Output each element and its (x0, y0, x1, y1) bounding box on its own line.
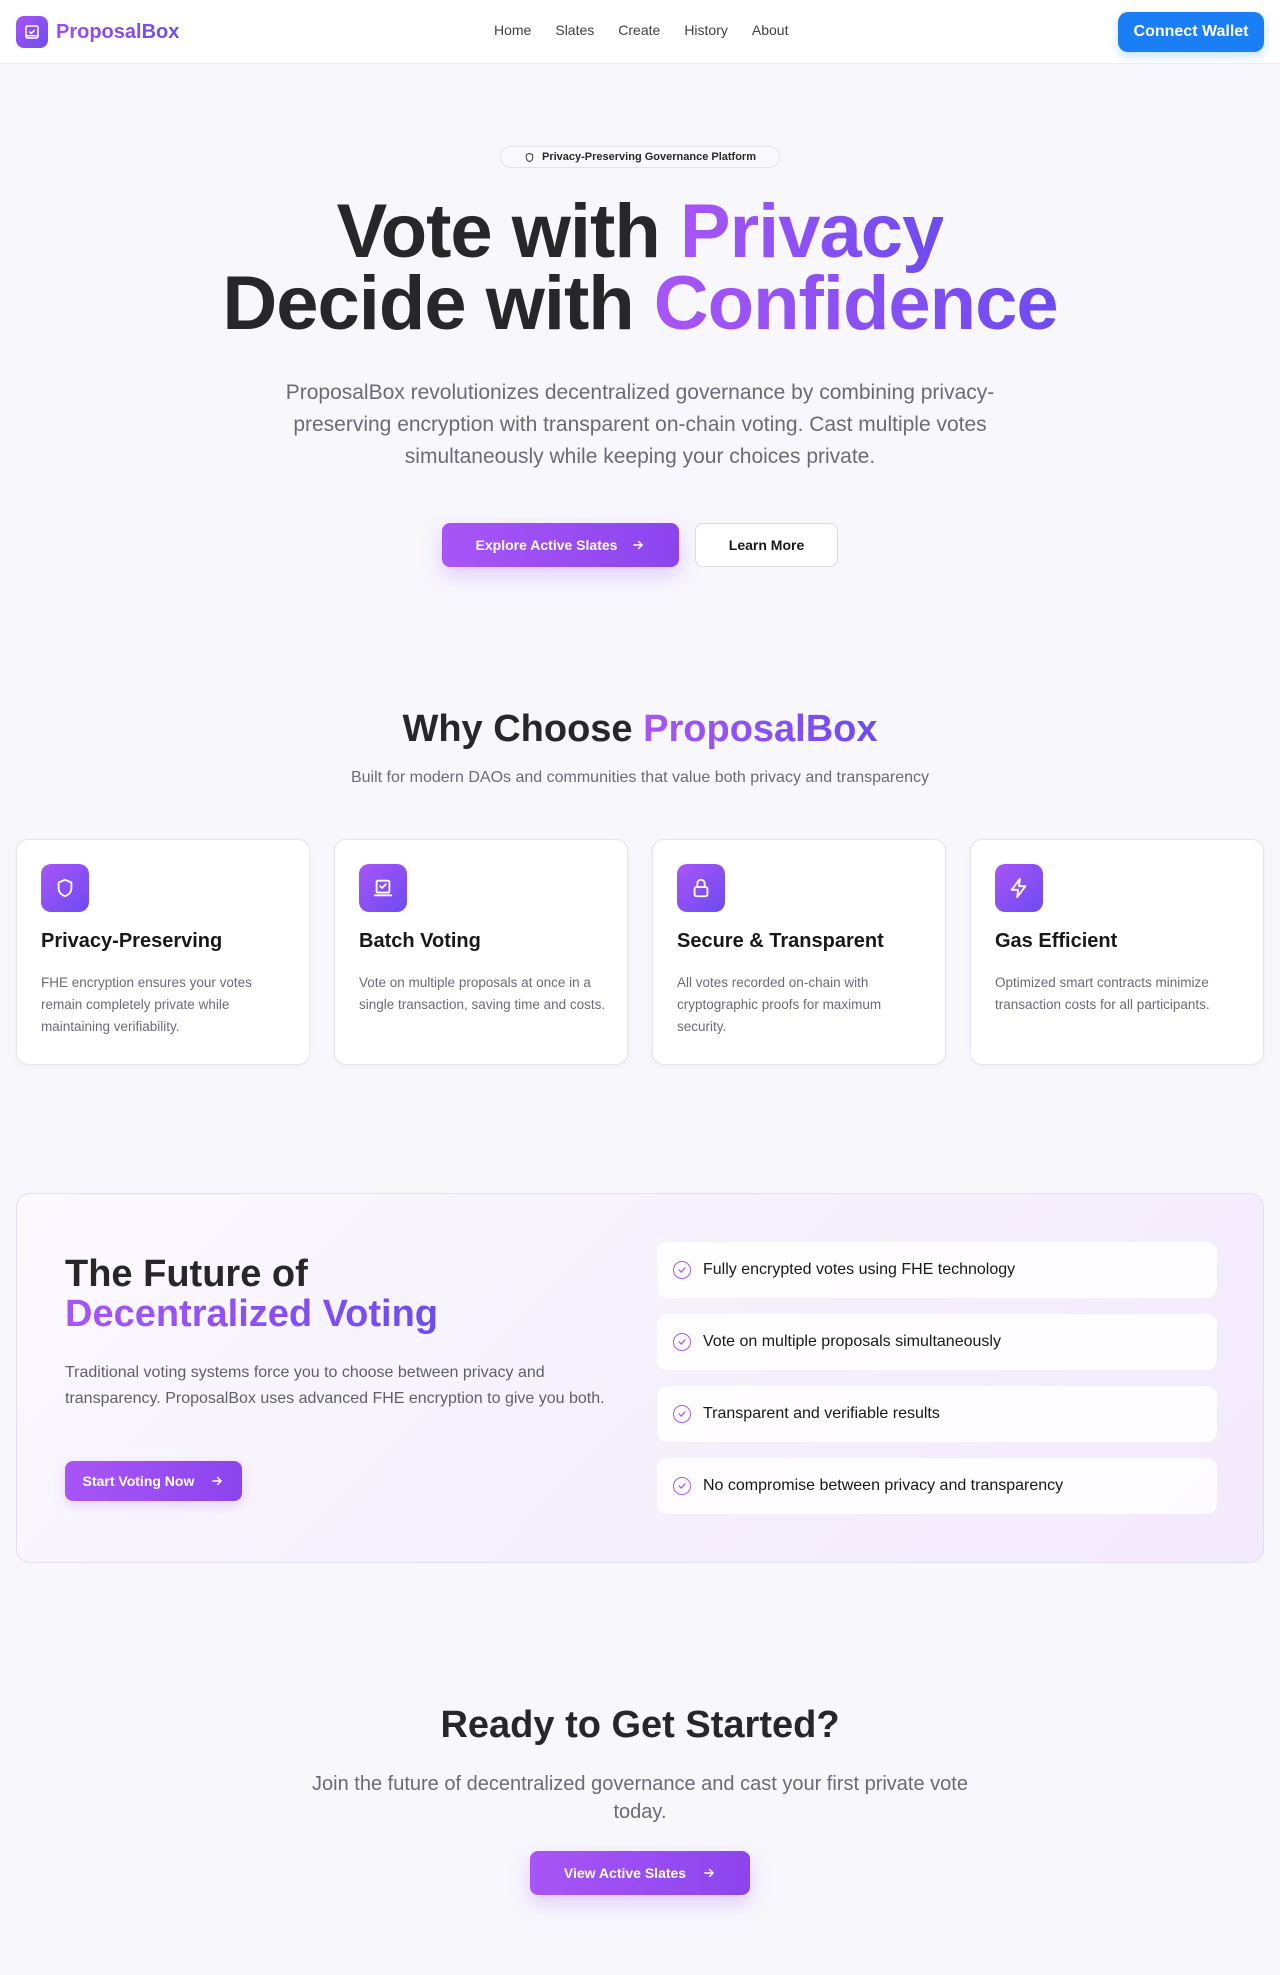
nav-links: Home Slates Create History About (494, 22, 788, 38)
explore-active-slates-label: Explore Active Slates (475, 537, 618, 553)
future-title-accent: Decentralized Voting (65, 1293, 439, 1335)
view-active-slates-button[interactable]: View Active Slates (530, 1851, 750, 1895)
benefit-item: Fully encrypted votes using FHE technolo… (657, 1242, 1217, 1298)
benefit-item: Vote on multiple proposals simultaneousl… (657, 1314, 1217, 1370)
benefit-item: No compromise between privacy and transp… (657, 1458, 1217, 1514)
arrow-right-icon (633, 540, 644, 550)
future-description: Traditional voting systems force you to … (65, 1364, 605, 1407)
feature-title: Privacy-Preserving (41, 930, 223, 952)
arrow-right-icon (212, 1476, 223, 1486)
hero-badge-label: Privacy-Preserving Governance Platform (542, 151, 756, 163)
why-title-plain: Why Choose (402, 708, 644, 750)
feature-desc: Vote on multiple proposals at once in a … (359, 975, 606, 1012)
connect-wallet-button[interactable]: Connect Wallet (1118, 12, 1264, 52)
lock-icon (677, 864, 725, 912)
feature-card-secure: Secure & Transparent All votes recorded … (652, 839, 946, 1065)
future-section: The Future of Decentralized Voting Tradi… (16, 1193, 1264, 1563)
hero-title-line2-accent: Confidence (653, 261, 1059, 346)
top-navbar: ProposalBox Home Slates Create History A… (0, 0, 1280, 64)
feature-title: Batch Voting (359, 930, 481, 952)
nav-link-history[interactable]: History (684, 22, 728, 38)
future-title: The Future of Decentralized Voting (65, 1254, 438, 1334)
benefit-item: Transparent and verifiable results (657, 1386, 1217, 1442)
brand-name: ProposalBox (56, 20, 180, 43)
brand-logo[interactable]: ProposalBox (16, 16, 179, 48)
lightning-icon (995, 864, 1043, 912)
why-title-accent: ProposalBox (643, 708, 878, 750)
benefit-text: Fully encrypted votes using FHE technolo… (703, 1261, 1016, 1278)
hero-badge: Privacy-Preserving Governance Platform (500, 146, 780, 168)
arrow-right-icon (704, 1868, 714, 1878)
why-subtitle: Built for modern DAOs and communities th… (350, 769, 930, 786)
ballot-box-icon (16, 16, 48, 48)
nav-link-about[interactable]: About (752, 22, 789, 38)
check-circle-icon (673, 1261, 691, 1279)
hero-title: Vote with Privacy Decide with Confidence (0, 194, 1280, 342)
start-voting-label: Start Voting Now (82, 1473, 195, 1489)
learn-more-button[interactable]: Learn More (695, 523, 838, 567)
ready-title: Ready to Get Started? (440, 1704, 840, 1746)
feature-desc: All votes recorded on-chain with cryptog… (677, 975, 882, 1034)
shield-icon (41, 864, 89, 912)
check-circle-icon (673, 1405, 691, 1423)
hero-title-line2-plain: Decide with (222, 261, 654, 346)
ballot-box-icon (359, 864, 407, 912)
feature-title: Secure & Transparent (677, 930, 884, 952)
nav-link-slates[interactable]: Slates (555, 22, 594, 38)
ready-subtitle: Join the future of decentralized governa… (312, 1773, 968, 1823)
hero-title-line2: Decide with Confidence (222, 261, 1059, 346)
benefit-text: Vote on multiple proposals simultaneousl… (703, 1333, 1001, 1350)
view-active-slates-label: View Active Slates (563, 1865, 687, 1881)
feature-card-gas-efficient: Gas Efficient Optimized smart contracts … (970, 839, 1264, 1065)
shield-icon (525, 152, 534, 162)
feature-desc: FHE encryption ensures your votes remain… (41, 975, 252, 1034)
explore-active-slates-button[interactable]: Explore Active Slates (442, 523, 679, 567)
benefit-text: Transparent and verifiable results (703, 1405, 940, 1422)
benefit-text: No compromise between privacy and transp… (703, 1477, 1064, 1494)
feature-desc: Optimized smart contracts minimize trans… (995, 975, 1210, 1012)
check-circle-icon (673, 1477, 691, 1495)
check-circle-icon (673, 1333, 691, 1351)
why-title: Why Choose ProposalBox (0, 708, 1280, 751)
nav-link-create[interactable]: Create (618, 22, 660, 38)
feature-card-batch-voting: Batch Voting Vote on multiple proposals … (334, 839, 628, 1065)
hero-subtitle: ProposalBox revolutionizes decentralized… (285, 381, 995, 468)
start-voting-button[interactable]: Start Voting Now (65, 1461, 242, 1501)
learn-more-label: Learn More (728, 537, 805, 553)
nav-link-home[interactable]: Home (494, 22, 531, 38)
feature-title: Gas Efficient (995, 930, 1118, 952)
feature-card-privacy: Privacy-Preserving FHE encryption ensure… (16, 839, 310, 1065)
future-title-plain: The Future of (65, 1253, 308, 1295)
